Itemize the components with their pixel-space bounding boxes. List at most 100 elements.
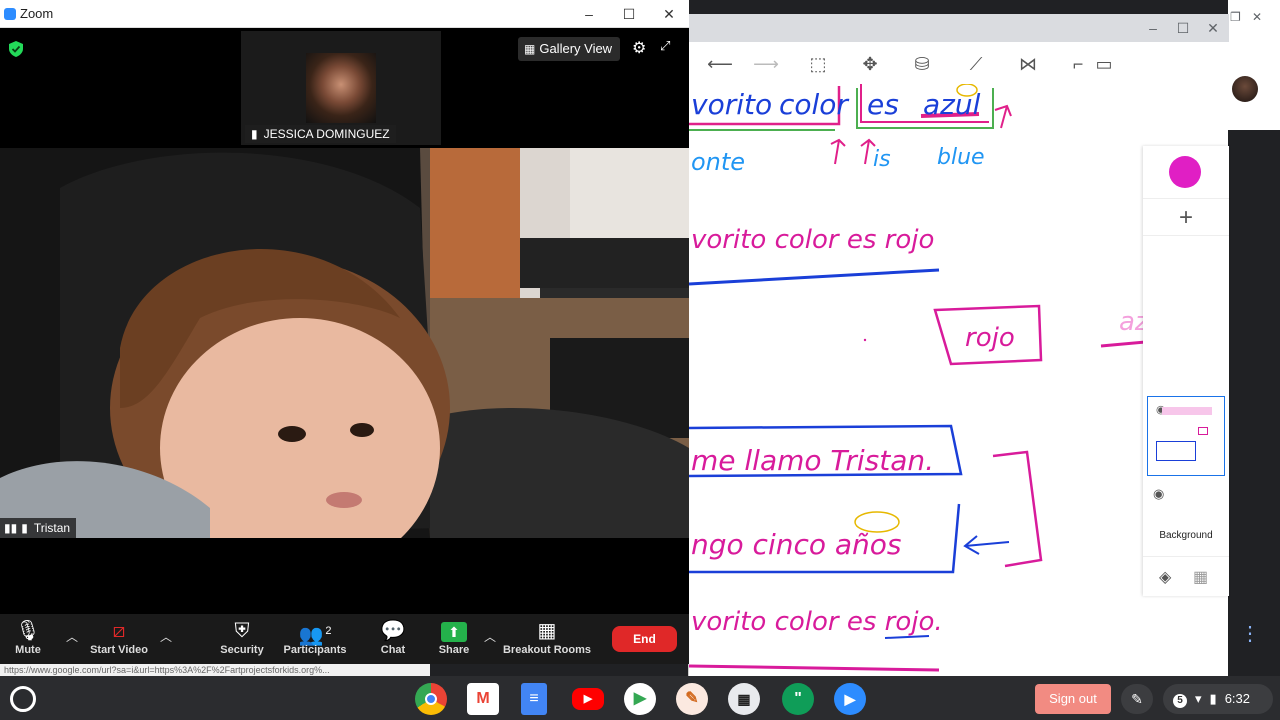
more-options-icon[interactable]: ⋮ [1234,618,1266,650]
svg-text:is: is [873,147,891,172]
canvas-line-3: vorito color es rojo [691,225,934,255]
share-arrow-icon: ⬆ [441,622,467,642]
chrome-window-controls: ❐ ✕ [1228,6,1280,32]
participant-name-tag: ▮ JESSICA DOMINGUEZ [245,125,396,143]
layer-panel: + ◉ ◉ Background ◈ ▦ [1143,146,1229,596]
breakout-grid-icon: ▦ [537,620,557,642]
background-layer-label: Background [1159,530,1213,541]
fullscreen-canvas-icon[interactable]: ▭ [1091,52,1117,76]
drawing-app-window: – ☐ ✕ ⟵ ⟶ ⬚ ✥ ⛁ ⟋ ⋈ ⌐ ▭ vorito color es … [688,14,1229,676]
meeting-controls-bar: 🎙 Mute ︿ ⧄ Start Video ︿ ⛨ Security 👥 2 P… [0,614,689,664]
start-video-button[interactable]: ⧄ Start Video [86,618,152,656]
participant-thumbnail[interactable]: ▮ JESSICA DOMINGUEZ [241,31,441,145]
move-icon[interactable]: ✥ [857,52,883,76]
svg-text:es: es [867,88,899,121]
end-meeting-button[interactable]: End [612,626,677,652]
layer-thumbnail[interactable]: ◉ [1147,396,1225,476]
youtube-icon[interactable]: ▶ [572,688,604,710]
minimize-icon[interactable]: – [1143,18,1163,38]
chrome-dark-panel [1228,130,1280,676]
redo-icon[interactable]: ⟶ [753,52,779,76]
zoom-window: Zoom – ☐ ✕ ▦ Gallery View ⚙ ⤢ ▮ JESSICA DO… [0,0,689,664]
gallery-view-label: Gallery View [539,41,613,56]
participant-video-thumbnail [306,53,376,123]
mute-button[interactable]: 🎙 Mute [8,618,48,656]
profile-avatar[interactable] [1232,76,1258,102]
zoom-titlebar: Zoom – ☐ ✕ [0,0,689,28]
fullscreen-icon[interactable]: ⤢ [660,38,670,54]
account-badge-icon: 5 [1173,694,1187,708]
drawing-toolbar: ⟵ ⟶ ⬚ ✥ ⛁ ⟋ ⋈ ⌐ ▭ [689,44,1129,84]
chat-bubble-icon: 💬 [380,620,406,642]
breakout-rooms-button[interactable]: ▦ Breakout Rooms [500,618,594,656]
signal-icon: ▮▮ [4,521,18,535]
security-shield-icon: ⛨ [234,620,250,642]
fill-icon[interactable]: ⛁ [909,52,935,76]
participants-button[interactable]: 👥 2 Participants [282,618,348,656]
add-layer-button[interactable]: + [1143,198,1229,236]
share-screen-button[interactable]: ⬆ Share [434,618,474,656]
active-speaker-name-tag: ▮▮ ▮ Tristan [0,518,77,538]
system-shelf: M ≡ ▶ ▶ ✎ ▦ " ▶ Sign out ✎ 5 ▾ ▮ 6:32 [0,676,1280,720]
chrome-icon[interactable] [415,683,447,715]
wifi-icon: ▾ [1195,691,1202,706]
chrome-close-icon[interactable]: ✕ [1252,10,1262,24]
microphone-icon: 🎙 [15,620,41,642]
security-button[interactable]: ⛨ Security [216,618,268,656]
status-tray[interactable]: 5 ▾ ▮ 6:32 [1163,684,1273,714]
audio-options-caret-icon[interactable]: ︿ [66,628,78,645]
docs-icon[interactable]: ≡ [521,683,547,715]
drawing-app-titlebar: – ☐ ✕ [689,14,1229,42]
canvas-line-6: vorito color es rojo. [691,607,943,637]
background-visibility-icon[interactable]: ◉ [1153,486,1164,502]
video-options-caret-icon[interactable]: ︿ [160,628,172,645]
link-status-bar: https://www.google.com/url?sa=i&url=http… [0,664,430,676]
participants-icon: 👥 2 [298,624,332,647]
minimize-icon[interactable]: – [578,4,600,24]
share-options-caret-icon[interactable]: ︿ [484,628,496,645]
canvas-line-4: me llamo Tristan. [691,444,934,477]
encryption-shield-icon[interactable] [8,40,24,58]
chat-button[interactable]: 💬 Chat [374,618,412,656]
ruler-icon[interactable]: ⟋ [963,52,989,76]
select-icon[interactable]: ⬚ [805,52,831,76]
active-speaker-video: ▮▮ ▮ Tristan [0,148,689,538]
video-off-icon: ⧄ [112,620,126,642]
clock: 6:32 [1224,691,1250,706]
grid-icon[interactable]: ▦ [1193,567,1208,587]
gear-icon[interactable]: ⚙ [632,38,646,58]
battery-icon: ▮ [1209,691,1217,706]
window-title: Zoom [20,6,54,21]
chrome-restore-icon[interactable]: ❐ [1230,10,1241,24]
crop-icon[interactable]: ⌐ [1065,52,1091,76]
chrome-window-edge: ❐ ✕ ⋮ [1228,0,1280,676]
gallery-view-button[interactable]: ▦ Gallery View [518,37,620,61]
layers-stack-icon[interactable]: ◈ [1159,567,1171,587]
close-icon[interactable]: ✕ [1203,18,1223,38]
canvas-line-2: onte [691,148,745,176]
hangouts-icon[interactable]: " [782,683,814,715]
stylus-tools-icon[interactable]: ✎ [1121,684,1153,714]
launcher-icon[interactable] [10,686,36,712]
zoom-logo-icon [4,8,16,20]
gmail-icon[interactable]: M [467,683,499,715]
mic-icon: ▮ [21,521,28,535]
pencil-app-icon[interactable]: ✎ [676,683,708,715]
canvas-word-rojo: rojo [965,323,1015,353]
maximize-icon[interactable]: ☐ [1173,18,1193,38]
close-icon[interactable]: ✕ [658,4,680,24]
video-frame [0,148,689,538]
gallery-grid-icon: ▦ [524,42,536,56]
symmetry-icon[interactable]: ⋈ [1015,52,1041,76]
brush-color-swatch[interactable] [1169,156,1201,188]
layers-footer: ◈ ▦ [1143,556,1229,596]
undo-icon[interactable]: ⟵ [707,52,733,76]
play-store-icon[interactable]: ▶ [624,683,656,715]
zoom-app-icon[interactable]: ▶ [834,683,866,715]
mic-icon: ▮ [251,127,258,141]
maximize-icon[interactable]: ☐ [618,4,640,24]
svg-text:color: color [779,88,849,121]
share-arrow-wrapper: ⬆ [434,618,474,644]
sign-out-button[interactable]: Sign out [1035,684,1111,714]
calculator-icon[interactable]: ▦ [728,683,760,715]
